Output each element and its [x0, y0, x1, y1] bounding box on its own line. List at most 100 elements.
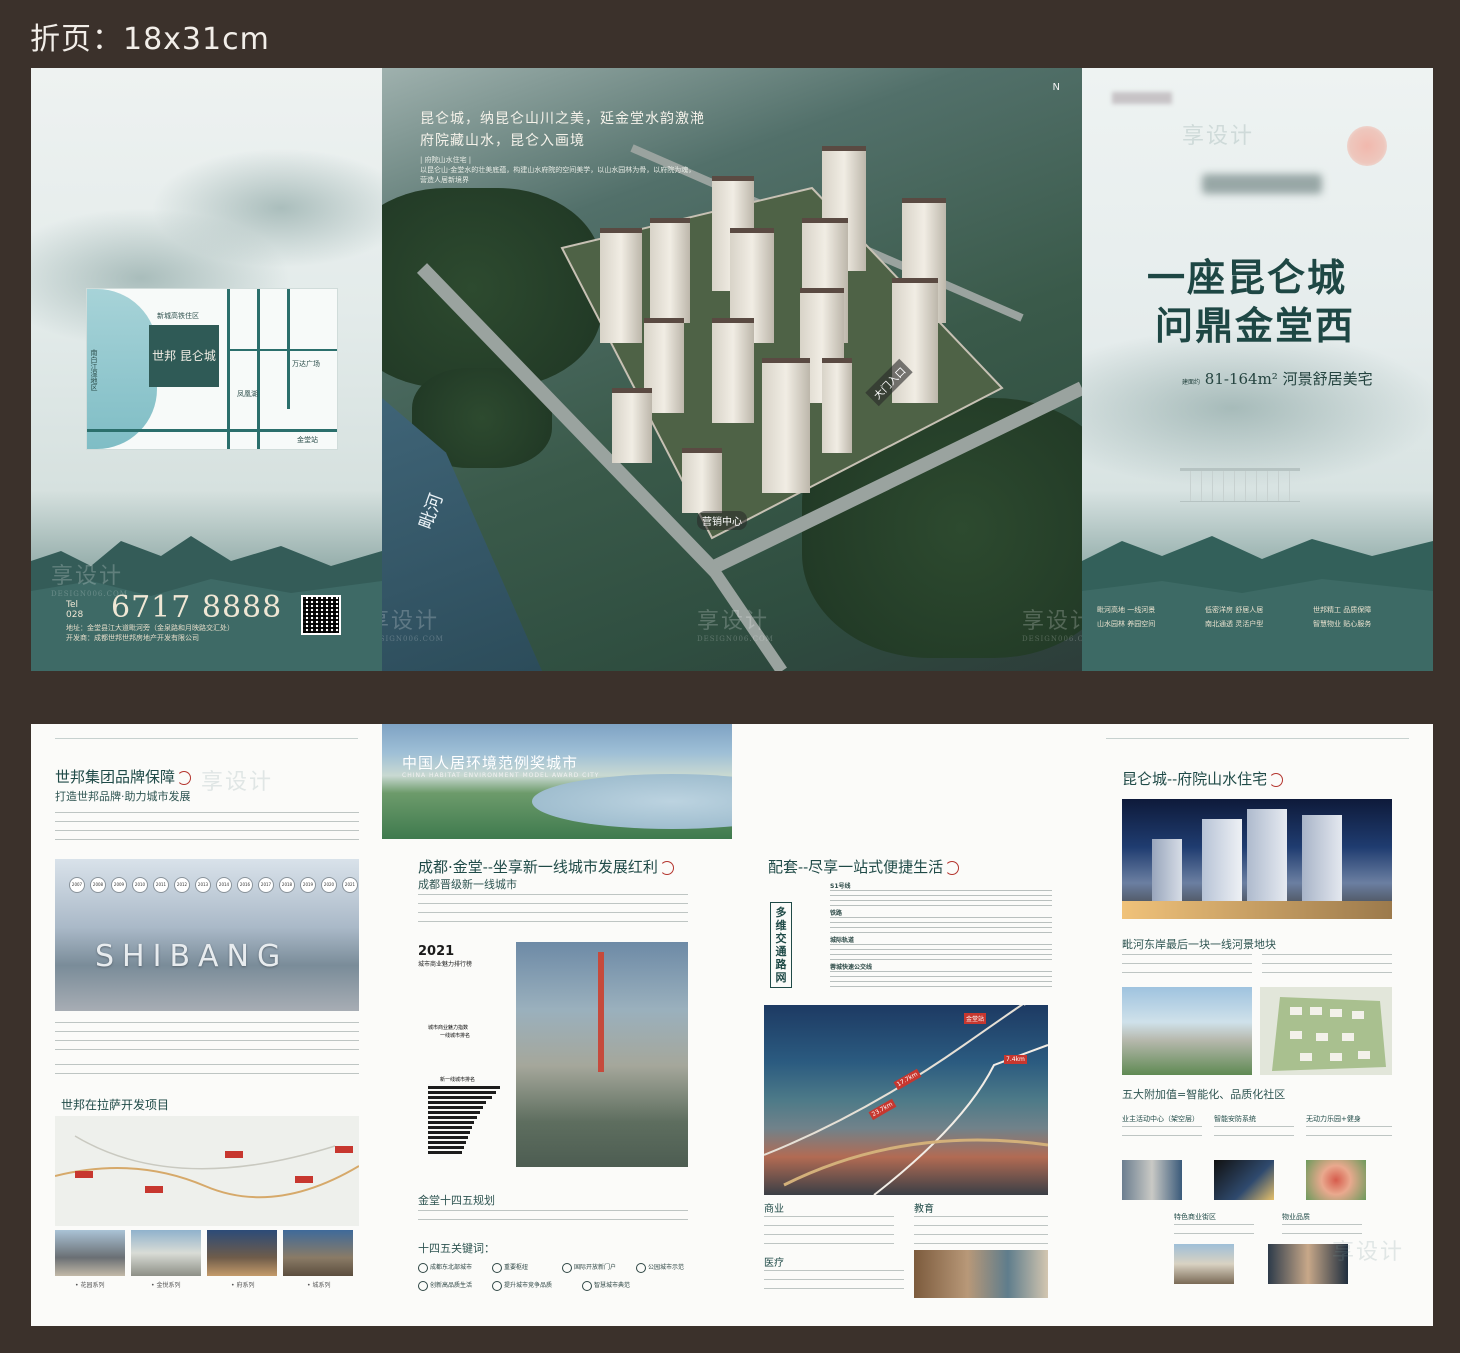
- map-routes: [55, 1135, 359, 1199]
- qr-code: [301, 595, 341, 635]
- inner-page-2: 中国人居环境范例奖城市 CHINA HABITAT ENVIRONMENT MO…: [382, 724, 1082, 1326]
- rank-bar: [428, 1141, 466, 1144]
- section-title: 昆仑城--府院山水住宅: [1122, 768, 1284, 789]
- cover-headline: 一座昆仑城 问鼎金堂西: [1147, 255, 1356, 348]
- transport-title: S1号线: [830, 883, 851, 890]
- keywords-title: 十四五关键词：: [418, 1242, 495, 1255]
- keyword-item: 提升城市竞争品质: [492, 1280, 552, 1291]
- rank-bar: [428, 1126, 472, 1129]
- rank-title: 城市商业魅力排行榜: [418, 961, 473, 968]
- timeline-year: 2014: [216, 877, 232, 893]
- project-thumb: [207, 1230, 277, 1276]
- divider: [1106, 738, 1409, 739]
- rank-bar: [428, 1146, 464, 1149]
- feature-title: 无动力乐园+健身: [1306, 1115, 1361, 1123]
- watermark: 享设计: [1182, 124, 1255, 149]
- rank-bar: [428, 1131, 470, 1134]
- timeline-year: 2021: [342, 877, 358, 893]
- timeline-year: 2011: [153, 877, 169, 893]
- phone-number: 6717 8888: [111, 590, 283, 625]
- feature-title: 智能安防系统: [1214, 1115, 1256, 1123]
- timeline-year: 2019: [300, 877, 316, 893]
- pavilion-illustration: [1180, 468, 1300, 502]
- lhasa-project-map: [55, 1116, 359, 1226]
- feature-item: 低密洋房 舒居人居: [1205, 606, 1264, 614]
- inner-page-3: 配套--尽享一站式便捷生活 多维交通路网 S1号线 铁路 城际轨道 蓉城快速公交…: [732, 724, 1082, 1326]
- body-text: [1122, 954, 1252, 978]
- map-label: 万达广场: [292, 360, 320, 368]
- residential-tower: [1302, 815, 1342, 909]
- feature-image: [1122, 1160, 1182, 1200]
- divider: [55, 738, 358, 739]
- body-text: [1174, 1224, 1254, 1238]
- aerial-subtitle: | 府院山水住宅 | 以昆仑山·金堂水的壮美底蕴，构建山水府院的空间美学，以山水…: [420, 156, 696, 184]
- rank-subtitle: 一线城市排名: [440, 1033, 471, 1039]
- ranking-chart: 2021 城市商业魅力排行榜 城市商业魅力指数 一线城市排名 新一线城市排名: [418, 944, 512, 1164]
- brand-word: SHIBANG: [95, 939, 289, 974]
- map-road: [87, 429, 337, 432]
- area-range: 建面约 81-164m² 河景舒居美宅: [1182, 370, 1373, 388]
- inner-page-1: 世邦集团品牌保障 打造世邦品牌·助力城市发展 2007 2008 2009 2010 2…: [31, 724, 382, 1326]
- project-thumb: [131, 1230, 201, 1276]
- residential-tower: [762, 358, 810, 493]
- plan-title: 金堂十四五规划: [418, 1194, 495, 1207]
- map-label: 新城高铁住区: [157, 312, 199, 320]
- brand-logo-blurred: [1202, 174, 1322, 194]
- residential-tower: [1152, 839, 1182, 909]
- body-text: [1282, 1224, 1362, 1238]
- body-text: [55, 1064, 359, 1082]
- rail-label: 7.4km: [1004, 1055, 1027, 1064]
- transport-vertical-label: 多维交通路网: [770, 902, 792, 988]
- residential-tower: [682, 448, 722, 513]
- thumb-caption: • 府系列: [231, 1282, 255, 1289]
- feature-item: 山水园林 养园空间: [1097, 620, 1156, 628]
- timeline-year: 2012: [174, 877, 190, 893]
- feature-title: 特色商业街区: [1174, 1213, 1216, 1221]
- service-title: 教育: [914, 1204, 934, 1215]
- rank-bar: [428, 1116, 477, 1119]
- tv-tower: [598, 952, 604, 1072]
- brand-timeline-image: 2007 2008 2009 2010 2011 2012 2013 2014 2016 2017…: [55, 859, 359, 1011]
- body-text: [764, 1270, 904, 1290]
- feature-item: 世邦精工 品质保障: [1313, 606, 1372, 614]
- podium-lights: [1122, 901, 1392, 919]
- residential-tower: [712, 318, 754, 423]
- sun-icon: [1347, 126, 1387, 166]
- rank-bar: [428, 1101, 486, 1104]
- inner-page-4: 昆仑城--府院山水住宅 毗河东岸最后一块一线河景地块 五大附加值=智能化、品质化…: [1082, 724, 1433, 1326]
- rank-year: 2021: [418, 944, 455, 959]
- cover-left-panel: 世邦 昆仑城 新城高铁住区 南白江湿地区 凤凰湖 万达广场 金堂站 Tel 02…: [31, 68, 382, 671]
- residential-tower: [1247, 809, 1287, 909]
- cover-front-panel: 一座昆仑城 问鼎金堂西 建面约 81-164m² 河景舒居美宅 毗河高地 一线河…: [1082, 68, 1433, 671]
- feature-image: [1174, 1244, 1234, 1284]
- keyword-item: 重要枢纽: [492, 1262, 528, 1273]
- feature-title: 业主活动中心（架空层）: [1122, 1115, 1199, 1123]
- rank-bar: [428, 1136, 468, 1139]
- rank-bar: [428, 1151, 462, 1154]
- site-plan: [1260, 987, 1392, 1075]
- body-text: [418, 894, 688, 930]
- map-road: [257, 289, 260, 449]
- page-size-label: 折页：18x31cm: [30, 22, 270, 57]
- riverside-rendering: [1122, 987, 1252, 1075]
- ink-cloud: [1082, 328, 1433, 488]
- timeline-year: 2020: [321, 877, 337, 893]
- rank-bar: [428, 1121, 474, 1124]
- section-title: 成都·金堂--坐享新一线城市发展红利: [418, 856, 674, 877]
- site-plan-drawing: [1272, 997, 1386, 1071]
- rank-bar: [428, 1096, 492, 1099]
- rail-label: 金堂站: [964, 1013, 987, 1024]
- mountain-silhouette: [1082, 536, 1433, 671]
- body-text: [1122, 1126, 1202, 1142]
- transport-title: 城际轨道: [830, 937, 855, 944]
- rank-subtitle: 城市商业魅力指数: [428, 1025, 469, 1031]
- feature-image: [1268, 1244, 1348, 1284]
- body-text: [55, 1022, 359, 1050]
- body-text: [914, 1216, 1048, 1244]
- timeline-year: 2009: [111, 877, 127, 893]
- compass-icon: N: [1052, 82, 1060, 93]
- map-label: 金堂站: [297, 436, 318, 444]
- feature-title: 物业品质: [1282, 1213, 1310, 1221]
- rail-route-overlay: [764, 1005, 1048, 1195]
- keyword-item: 智慧城市典范: [582, 1280, 630, 1291]
